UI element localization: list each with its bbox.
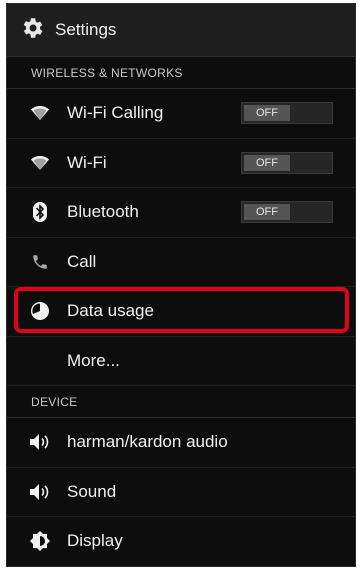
toggle-knob: OFF <box>244 105 290 122</box>
more-item[interactable]: More... <box>7 337 355 386</box>
harman-kardon-audio-label: harman/kardon audio <box>67 432 228 452</box>
sound-item[interactable]: Sound <box>7 468 355 517</box>
wifi-calling-toggle[interactable]: OFF <box>241 102 333 125</box>
display-item[interactable]: Display <box>7 517 355 566</box>
bluetooth-item[interactable]: Bluetooth OFF <box>7 188 355 238</box>
bluetooth-icon <box>29 201 51 223</box>
speaker-icon <box>29 481 51 503</box>
settings-screen: Settings WIRELESS & NETWORKS Wi-Fi Calli… <box>6 3 356 567</box>
gear-icon[interactable] <box>19 15 45 46</box>
section-header-device: DEVICE <box>7 386 355 418</box>
wifi-item[interactable]: Wi-Fi OFF <box>7 139 355 188</box>
data-usage-icon <box>29 300 51 322</box>
wifi-calling-item[interactable]: Wi-Fi Calling OFF <box>7 89 355 139</box>
data-usage-item[interactable]: Data usage <box>7 287 355 337</box>
data-usage-label: Data usage <box>67 301 154 321</box>
call-item[interactable]: Call <box>7 238 355 287</box>
page-title: Settings <box>55 20 117 39</box>
bluetooth-label: Bluetooth <box>67 202 139 222</box>
harman-kardon-audio-item[interactable]: harman/kardon audio <box>7 418 355 468</box>
toggle-knob: OFF <box>244 204 290 221</box>
display-label: Display <box>67 531 123 551</box>
more-label: More... <box>67 350 120 370</box>
action-bar: Settings <box>7 4 355 57</box>
section-header-wireless: WIRELESS & NETWORKS <box>7 57 355 89</box>
speaker-icon <box>29 431 51 453</box>
call-label: Call <box>67 251 97 271</box>
phone-icon <box>29 251 51 273</box>
brightness-icon <box>29 530 51 552</box>
bluetooth-toggle[interactable]: OFF <box>241 201 333 224</box>
wifi-toggle[interactable]: OFF <box>241 151 333 174</box>
wifi-calling-label: Wi-Fi Calling <box>67 103 164 123</box>
wifi-icon <box>29 152 51 174</box>
toggle-knob: OFF <box>244 154 290 171</box>
wifi-icon <box>29 102 51 124</box>
wifi-label: Wi-Fi <box>67 152 107 172</box>
sound-label: Sound <box>67 481 117 501</box>
